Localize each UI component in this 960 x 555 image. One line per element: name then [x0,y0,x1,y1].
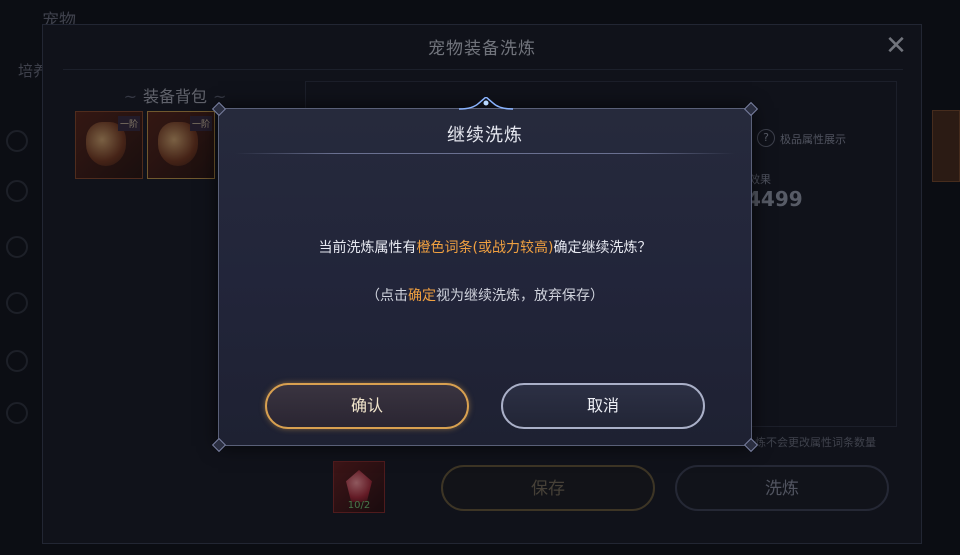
dialog-hint: （点击确定视为继续洗炼，放弃保存） [219,285,751,305]
hint-suffix: 视为继续洗炼，放弃保存） [436,288,604,304]
cancel-button[interactable]: 取消 [501,383,705,429]
hint-prefix: （点击 [366,288,408,304]
message-suffix: 确定继续洗炼？ [553,240,652,256]
message-prefix: 当前洗炼属性有 [318,240,417,256]
dialog-title: 继续洗炼 [447,125,523,146]
confirm-button[interactable]: 确认 [265,383,469,429]
hint-highlight: 确定 [408,288,436,304]
continue-refine-dialog: 继续洗炼 当前洗炼属性有橙色词条(或战力较高)确定继续洗炼？ （点击确定视为继续… [211,97,759,453]
ornament-icon [459,97,513,110]
dialog-message: 当前洗炼属性有橙色词条(或战力较高)确定继续洗炼？ [219,237,751,257]
message-highlight: 橙色词条(或战力较高) [416,240,554,256]
dialog-divider [235,153,735,154]
